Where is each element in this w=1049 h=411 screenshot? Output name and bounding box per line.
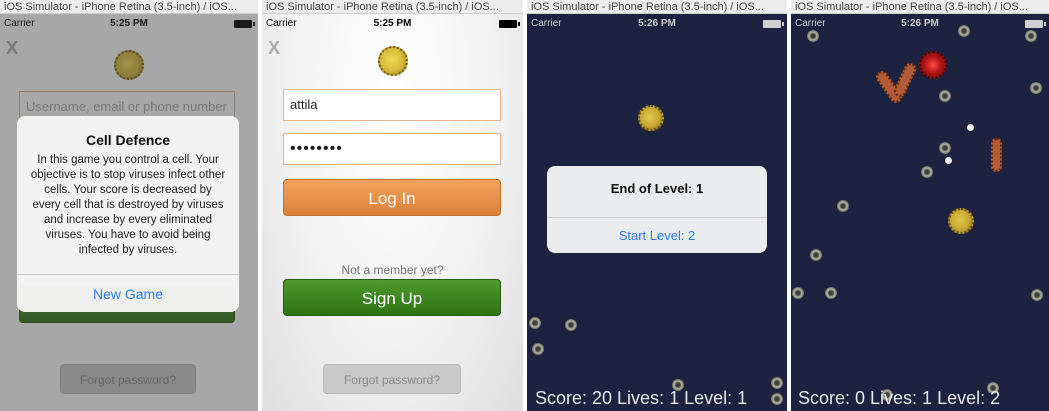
screen-login: Carrier 5:25 PM X attila •••••••• Log In… bbox=[262, 14, 523, 411]
alert-title: End of Level: 1 bbox=[610, 181, 704, 196]
virus bbox=[532, 343, 544, 355]
close-button[interactable]: X bbox=[268, 38, 280, 59]
virus bbox=[921, 166, 933, 178]
simulator-window-2: iOS Simulator - iPhone Retina (3.5-inch)… bbox=[262, 0, 523, 411]
clock: 5:25 PM bbox=[373, 18, 412, 29]
battery-icon bbox=[763, 20, 784, 28]
score-hud: Score: 0 Lives: 1 Level: 2 bbox=[798, 388, 1001, 408]
virus-chain bbox=[991, 138, 1002, 172]
virus bbox=[958, 25, 970, 37]
simulator-title: iOS Simulator - iPhone Retina (3.5-inch)… bbox=[262, 0, 523, 14]
virus bbox=[529, 317, 541, 329]
password-field[interactable]: •••••••• bbox=[283, 133, 501, 165]
alert-title: Cell Defence bbox=[85, 132, 171, 148]
end-of-level-alert: End of Level: 1 Start Level: 2 bbox=[547, 166, 767, 253]
start-level-button[interactable]: Start Level: 2 bbox=[547, 217, 767, 253]
virus bbox=[837, 200, 849, 212]
player-cell bbox=[948, 208, 974, 234]
virus bbox=[939, 142, 951, 154]
game-screen-level-1[interactable]: Carrier 5:26 PM End of Level: 1 Start Le… bbox=[527, 14, 787, 411]
virus bbox=[565, 319, 577, 331]
login-button[interactable]: Log In bbox=[283, 179, 501, 216]
status-bar: Carrier 5:26 PM bbox=[527, 14, 787, 34]
game-screen-level-2[interactable]: Carrier 5:26 PM Score: 0 Lives: 1 Level:… bbox=[791, 14, 1049, 411]
simulator-title: iOS Simulator - iPhone Retina (3.5-inch)… bbox=[527, 0, 787, 14]
simulator-window-4: iOS Simulator - iPhone Retina (3.5-inch)… bbox=[791, 0, 1049, 411]
clock: 5:26 PM bbox=[901, 18, 939, 29]
simulator-window-1: iOS Simulator - iPhone Retina (3.5-inch)… bbox=[0, 0, 258, 411]
status-bar: Carrier 5:26 PM bbox=[791, 14, 1049, 34]
signup-button[interactable]: Sign Up bbox=[283, 279, 501, 316]
virus bbox=[1030, 82, 1042, 94]
virus bbox=[1031, 289, 1043, 301]
simulator-title: iOS Simulator - iPhone Retina (3.5-inch)… bbox=[0, 0, 258, 14]
projectile bbox=[945, 157, 952, 164]
projectile bbox=[967, 124, 974, 131]
clock: 5:26 PM bbox=[638, 18, 676, 29]
virus bbox=[792, 287, 804, 299]
virus bbox=[771, 377, 783, 389]
virus bbox=[939, 90, 951, 102]
cell-logo-icon bbox=[378, 46, 408, 76]
forgot-password-button[interactable]: Forgot password? bbox=[323, 364, 461, 394]
alert-message: In this game you control a cell. Your ob… bbox=[30, 154, 226, 256]
infected-cell bbox=[919, 51, 947, 79]
not-member-label: Not a member yet? bbox=[341, 263, 444, 277]
virus bbox=[807, 30, 819, 42]
battery-icon bbox=[1025, 20, 1046, 28]
battery-icon bbox=[499, 20, 520, 28]
virus bbox=[810, 249, 822, 261]
player-cell bbox=[638, 105, 664, 131]
screen-login-intro: Carrier 5:25 PM X Username, email or pho… bbox=[0, 14, 258, 411]
simulator-title: iOS Simulator - iPhone Retina (3.5-inch)… bbox=[791, 0, 1049, 14]
virus-chain bbox=[891, 61, 919, 99]
virus bbox=[771, 393, 783, 405]
username-field[interactable]: attila bbox=[283, 89, 501, 121]
virus bbox=[825, 287, 837, 299]
score-hud: Score: 20 Lives: 1 Level: 1 bbox=[535, 388, 748, 408]
new-game-button[interactable]: New Game bbox=[17, 274, 239, 312]
virus bbox=[1025, 30, 1037, 42]
intro-alert: Cell Defence In this game you control a … bbox=[17, 116, 239, 312]
simulator-window-3: iOS Simulator - iPhone Retina (3.5-inch)… bbox=[527, 0, 787, 411]
status-bar: Carrier 5:25 PM bbox=[262, 14, 523, 34]
